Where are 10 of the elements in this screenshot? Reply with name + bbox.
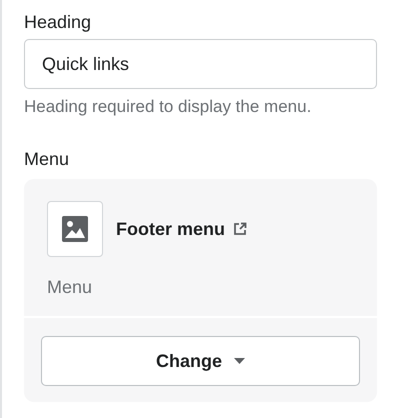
menu-type: Menu (47, 277, 92, 298)
caret-icon (234, 358, 245, 364)
image-icon (62, 216, 88, 242)
menu-link[interactable]: Footer menu (116, 218, 248, 240)
external-link-icon (233, 222, 248, 236)
field-label: Heading (24, 11, 92, 34)
field-label: Menu (24, 148, 70, 171)
input-field[interactable]: Quick links (24, 39, 377, 89)
help-text: Heading required to display the menu. (24, 97, 312, 117)
change-button[interactable]: Change (41, 336, 360, 386)
